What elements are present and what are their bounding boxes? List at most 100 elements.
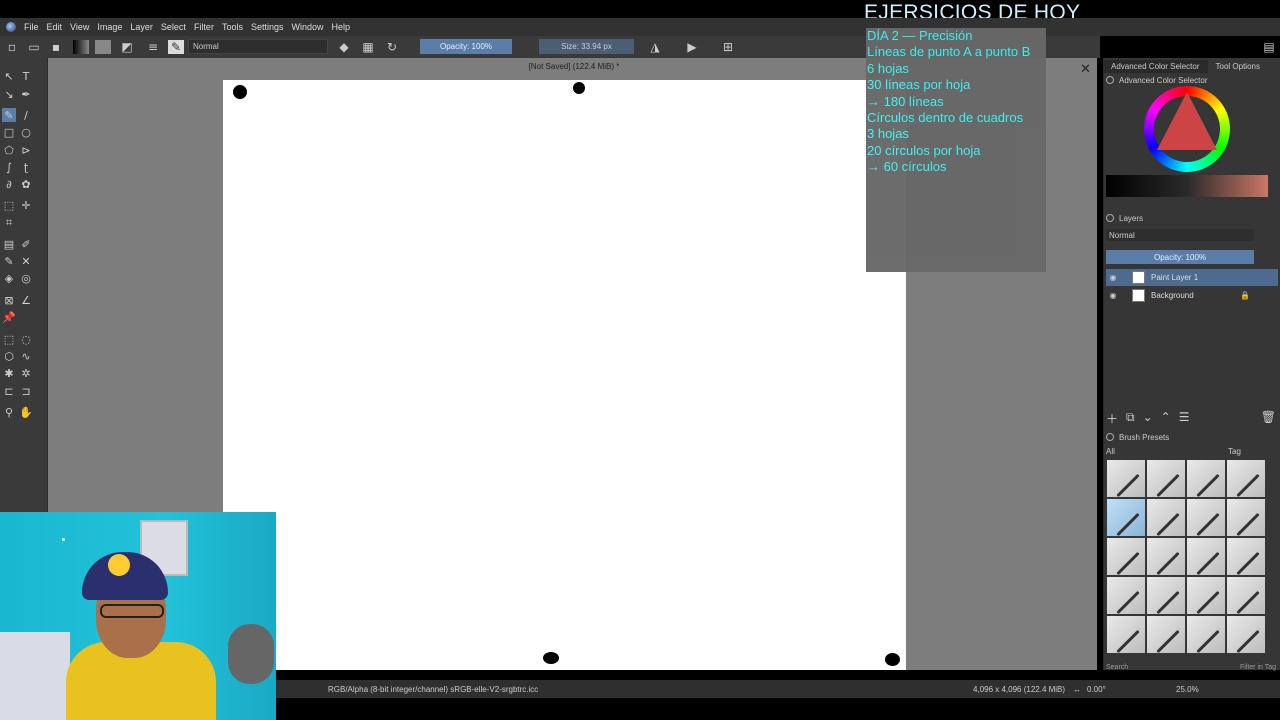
brush-preset[interactable] <box>1227 499 1265 536</box>
brush-preset[interactable] <box>1147 460 1185 497</box>
reload-icon[interactable]: ↻ <box>385 40 399 54</box>
brush-preset-icon[interactable]: ✎ <box>168 40 184 54</box>
mirror-vertical-icon[interactable]: ▶ <box>685 40 699 54</box>
brush-preset[interactable] <box>1187 460 1225 497</box>
menu-image[interactable]: Image <box>97 22 122 32</box>
similar-select-icon[interactable]: ✲ <box>19 366 33 380</box>
add-layer-icon[interactable]: ＋ <box>1106 410 1118 426</box>
brush-tag-select[interactable]: Tag <box>1228 447 1241 456</box>
color-picker-icon[interactable]: ✐ <box>19 237 33 251</box>
dock-toggle-icon[interactable] <box>1106 76 1114 84</box>
smart-patch-icon[interactable]: ✕ <box>19 254 33 268</box>
brush-preset[interactable] <box>1107 577 1145 614</box>
freehand-select-icon[interactable]: ∿ <box>19 349 33 363</box>
size-slider[interactable]: Size: 33.94 px <box>539 39 634 54</box>
transform-tool-icon[interactable]: ⬚ <box>2 198 16 212</box>
new-document-icon[interactable]: ▫ <box>5 40 19 54</box>
brush-preset[interactable] <box>1107 616 1145 653</box>
dock-toggle-icon[interactable] <box>1106 214 1114 222</box>
menu-view[interactable]: View <box>70 22 89 32</box>
rotation-icon[interactable]: ↔ <box>1073 685 1081 694</box>
bezier-select-icon[interactable]: ⊏ <box>2 384 16 398</box>
brush-preset[interactable] <box>1107 499 1145 536</box>
tab-advanced-color-selector[interactable]: Advanced Color Selector <box>1103 60 1208 73</box>
brush-preset[interactable] <box>1227 616 1265 653</box>
move-up-icon[interactable]: ⌃ <box>1161 410 1171 424</box>
delete-layer-icon[interactable]: 🗑 <box>1261 410 1276 424</box>
menu-file[interactable]: File <box>24 22 39 32</box>
menu-window[interactable]: Window <box>291 22 323 32</box>
line-tool-icon[interactable]: / <box>19 108 33 122</box>
zoom-status[interactable]: 25.0% <box>1176 685 1199 694</box>
workspace-icon[interactable]: ▤ <box>1262 40 1276 54</box>
duplicate-layer-icon[interactable]: ⧉ <box>1126 410 1135 424</box>
rect-select-icon[interactable]: ⬚ <box>2 332 16 346</box>
polyline-tool-icon[interactable]: ⊳ <box>19 143 33 157</box>
brush-search-input[interactable]: Search <box>1106 664 1128 676</box>
polygon-select-icon[interactable]: ⬡ <box>2 349 16 363</box>
menu-help[interactable]: Help <box>332 22 351 32</box>
measure-tool-icon[interactable]: ∠ <box>19 293 33 307</box>
select-shapes-icon[interactable]: ↖ <box>2 69 16 83</box>
brush-preset[interactable] <box>1227 460 1265 497</box>
freehand-brush-icon[interactable]: ✎ <box>2 108 16 122</box>
close-document-icon[interactable]: ✕ <box>1080 62 1091 77</box>
brush-preset[interactable] <box>1227 538 1265 575</box>
open-folder-icon[interactable]: ▭ <box>27 40 41 54</box>
menu-settings[interactable]: Settings <box>251 22 284 32</box>
enclose-fill-icon[interactable]: ◎ <box>19 271 33 285</box>
filter-in-tag-checkbox[interactable]: Filter in Tag <box>1240 664 1276 676</box>
move-tool-icon[interactable]: ✛ <box>19 198 33 212</box>
brush-preset[interactable] <box>1147 616 1185 653</box>
brush-preset[interactable] <box>1147 499 1185 536</box>
brush-settings-icon[interactable]: ≡ <box>146 40 160 54</box>
lock-icon[interactable]: 🔒 <box>1240 291 1250 300</box>
layer-row[interactable]: ◉ Paint Layer 1 <box>1106 269 1278 286</box>
zoom-tool-icon[interactable]: ⚲ <box>2 405 16 419</box>
calligraphy-icon[interactable]: ✒ <box>19 87 33 101</box>
color-triangle[interactable] <box>1157 92 1217 150</box>
menu-filter[interactable]: Filter <box>194 22 214 32</box>
brush-preset[interactable] <box>1187 577 1225 614</box>
pan-tool-icon[interactable]: ✋ <box>19 405 33 419</box>
fg-bg-color-icon[interactable]: ◩ <box>119 40 135 54</box>
alpha-lock-icon[interactable]: ▦ <box>361 40 375 54</box>
color-history-bar[interactable] <box>1106 175 1268 197</box>
dynamic-brush-icon[interactable]: ∂ <box>2 177 16 191</box>
reference-tool-icon[interactable]: 📌 <box>2 310 16 324</box>
edit-shapes-icon[interactable]: ↘ <box>2 87 16 101</box>
brush-preset[interactable] <box>1147 577 1185 614</box>
layer-opacity-slider[interactable]: Opacity: 100% <box>1106 250 1254 264</box>
ellipse-select-icon[interactable]: ◌ <box>19 332 33 346</box>
visibility-eye-icon[interactable]: ◉ <box>1106 291 1120 300</box>
brush-preset[interactable] <box>1187 499 1225 536</box>
freehand-path-icon[interactable]: ʈ <box>19 160 33 174</box>
crop-tool-icon[interactable]: ⌗ <box>2 216 16 230</box>
dock-toggle-icon[interactable] <box>1106 433 1114 441</box>
move-down-icon[interactable]: ⌄ <box>1143 410 1153 424</box>
text-tool-icon[interactable]: T <box>19 69 33 83</box>
menu-select[interactable]: Select <box>161 22 186 32</box>
eraser-icon[interactable]: ◆ <box>337 40 351 54</box>
layer-blend-select[interactable]: Normal <box>1106 229 1254 241</box>
colorize-mask-icon[interactable]: ✎ <box>2 254 16 268</box>
pattern-icon[interactable] <box>95 40 111 54</box>
rectangle-tool-icon[interactable]: □ <box>2 125 16 139</box>
brush-preset[interactable] <box>1147 538 1185 575</box>
mirror-horizontal-icon[interactable]: ◮ <box>648 40 662 54</box>
save-icon[interactable]: ▪ <box>49 40 63 54</box>
visibility-eye-icon[interactable]: ◉ <box>1106 273 1120 282</box>
brush-preset[interactable] <box>1227 577 1265 614</box>
wrap-around-icon[interactable]: ⊞ <box>721 40 735 54</box>
fill-tool-icon[interactable]: ◈ <box>2 271 16 285</box>
rotation-status[interactable]: 0.00° <box>1087 685 1106 694</box>
assistant-tool-icon[interactable]: ⊠ <box>2 293 16 307</box>
gradient-tool-icon[interactable]: ▤ <box>2 237 16 251</box>
bezier-tool-icon[interactable]: ∫ <box>2 160 16 174</box>
brush-preset[interactable] <box>1107 460 1145 497</box>
multibrush-icon[interactable]: ✿ <box>19 177 33 191</box>
gradient-icon[interactable] <box>73 40 89 54</box>
brush-preset[interactable] <box>1107 538 1145 575</box>
brush-preset[interactable] <box>1187 538 1225 575</box>
menu-layer[interactable]: Layer <box>130 22 153 32</box>
